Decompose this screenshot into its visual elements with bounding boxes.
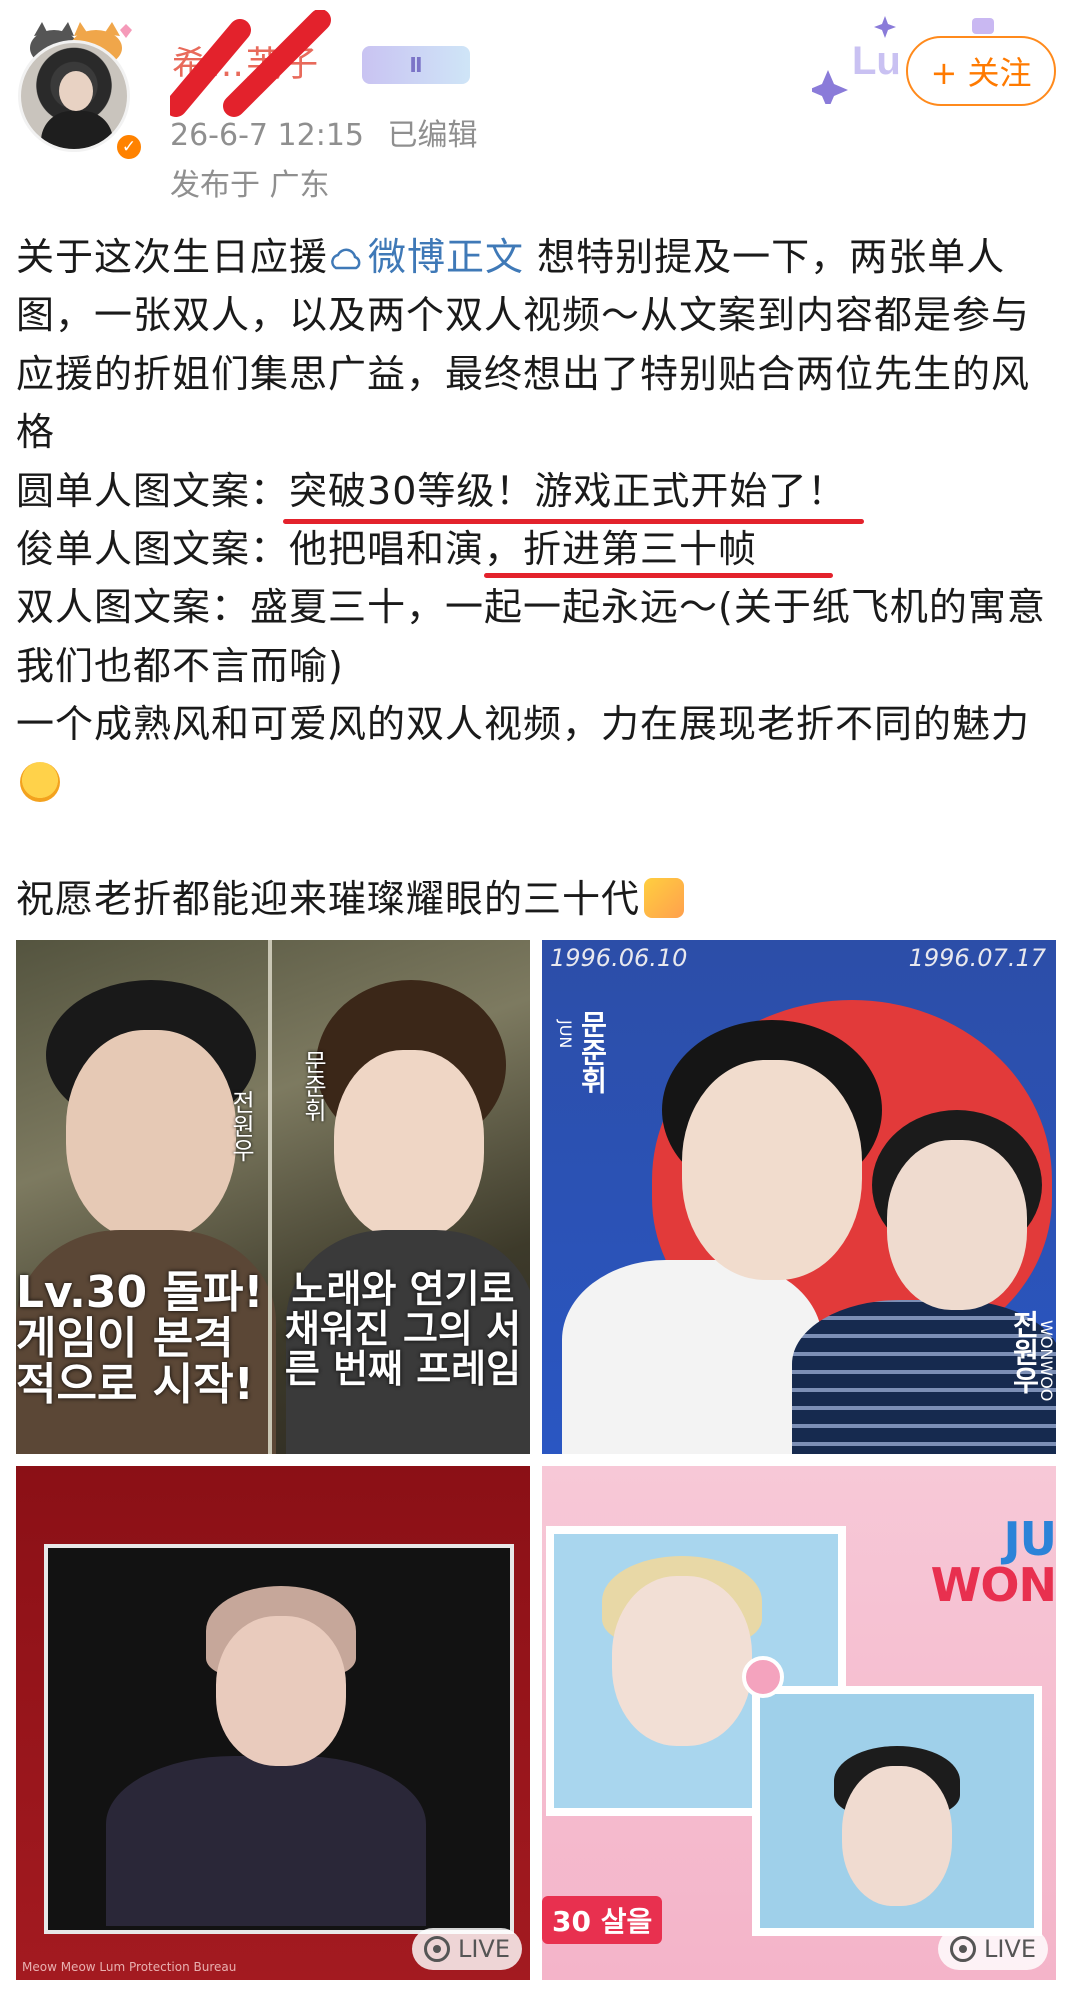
post-text: 关于这次生日应援 <box>16 235 329 279</box>
live-photo-badge[interactable]: LIVE <box>411 1928 522 1970</box>
red-underline <box>484 573 834 579</box>
post-text: 祝愿老折都能迎来璀璨耀眼的三十代 <box>16 877 641 922</box>
brand-bottom: WON <box>930 1558 1056 1612</box>
member-level-badge: Ⅱ <box>362 46 470 84</box>
post-paragraph-video: 一个成熟风和可爱风的双人视频，力在展现老折不同的魅力 <box>16 695 1066 812</box>
image-duo-poster[interactable]: 1996.06.10 1996.07.17 문준휘 JUN 전원우 WONWOO <box>542 940 1056 1454</box>
poster-name-en: WONWOO <box>1037 1320 1056 1402</box>
live-label: LIVE <box>457 1935 510 1963</box>
birth-date: 1996.06.10 <box>550 944 688 972</box>
verified-v-icon: ✓ <box>114 132 144 162</box>
post-paragraph-yuan: 圆单人图文案：突破30等级！游戏正式开始了！ <box>16 462 1066 524</box>
svg-text:Lu: Lu <box>852 39 901 83</box>
post-text: 圆单人图文案： <box>16 468 290 513</box>
underlined-text-label: 突破30等级！游戏正式开始了！ <box>289 468 847 513</box>
live-icon <box>423 1936 450 1962</box>
edited-label[interactable]: 已编辑 <box>388 118 478 153</box>
video-mature-style[interactable]: Meow Meow Lum Protection Bureau LIVE <box>16 1466 530 1980</box>
birth-date: 1996.07.17 <box>908 944 1046 972</box>
post-paragraph-duo: 双人图文案：盛夏三十，一起一起永远～(关于纸飞机的寓意我们也都不言而喻) <box>16 585 1046 688</box>
poster-name: 문준휘 <box>576 1010 609 1094</box>
red-underline <box>283 518 865 524</box>
topic-link[interactable]: 微博正文 <box>328 235 524 279</box>
redaction-scribble <box>170 10 331 117</box>
post-timestamp: 26-6-7 12:15 <box>170 118 364 153</box>
image-solo-posters[interactable]: 전원우 문준휘 Lv.30 돌파! 게임이 본격적으로 시작! 노래와 연기로 … <box>16 940 530 1454</box>
post-paragraph-wish: 祝愿老折都能迎来璀璨耀眼的三十代 <box>16 870 1066 928</box>
love-emoji-icon <box>20 761 60 802</box>
cheer-emoji-icon <box>644 878 685 919</box>
follow-button[interactable]: + 关注 <box>906 36 1056 106</box>
post-paragraph-jun: 俊单人图文案：他把唱和演，折进第三十帧 <box>16 520 1066 579</box>
avatar-container[interactable]: ✓ <box>18 18 144 162</box>
post-paragraph-intro: 关于这次生日应援 微博正文 想特别提及一下，两张单人图，一张双人，以及两个双人视频… <box>16 228 1066 462</box>
poster-sticker: 30 살을 <box>542 1896 663 1944</box>
post-text: 一个成熟风和可爱风的双人视频，力在展现老折不同的魅力 <box>16 702 1031 747</box>
post-location: 发布于 广东 <box>170 168 330 203</box>
cloud-link-icon <box>331 248 361 270</box>
poster-name: 전원우 <box>227 1090 255 1162</box>
avatar[interactable] <box>18 40 130 152</box>
video-cute-style[interactable]: JU WON 30 살을 LIVE <box>542 1466 1056 1980</box>
topic-link-label: 微博正文 <box>368 235 525 279</box>
poster-brand: JU WON <box>906 1516 1056 1608</box>
live-label: LIVE <box>983 1935 1036 1963</box>
video-caption: Meow Meow Lum Protection Bureau <box>22 1960 237 1974</box>
post-text: 俊单人图文案：他把唱和演 <box>16 527 485 572</box>
post-meta: 26-6-7 12:15 已编辑 <box>170 110 478 154</box>
poster-name-en: JUN <box>556 1020 575 1049</box>
underlined-text-label: ，折进第三十帧 <box>484 527 758 572</box>
post-body: 关于这次生日应援 微博正文 想特别提及一下，两张单人图，一张双人，以及两个双人视频… <box>16 228 1066 928</box>
poster-name: 문준휘 <box>299 1050 327 1122</box>
poster-caption: 노래와 연기로 채워진 그의 서른 번째 프레임 <box>284 1267 522 1391</box>
underlined-text: 突破30等级！游戏正式开始了！ <box>283 468 865 524</box>
poster-caption: Lv.30 돌파! 게임이 본격적으로 시작! <box>16 1267 264 1411</box>
clip-pin-icon <box>742 1656 784 1698</box>
underlined-text: ，折进第三十帧 <box>484 527 834 579</box>
live-photo-badge[interactable]: LIVE <box>937 1928 1048 1970</box>
live-icon <box>949 1936 976 1962</box>
